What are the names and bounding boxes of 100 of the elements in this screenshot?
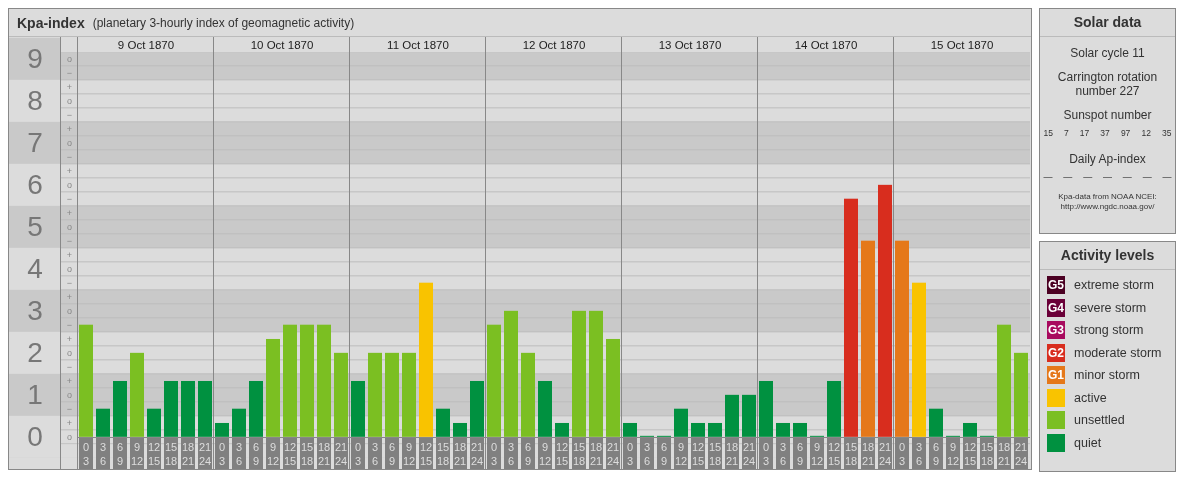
hour-label: 12 15 — [555, 438, 569, 469]
level-label: severe storm — [1074, 300, 1147, 315]
hour-label: 18 21 — [181, 438, 195, 469]
level-swatch: G5 — [1047, 276, 1065, 294]
level-swatch: G4 — [1047, 298, 1065, 317]
hour-label: 0 3 — [487, 438, 501, 469]
ap-index-value: — — [1103, 172, 1112, 182]
y-tick-label: o — [67, 95, 72, 106]
kp-bar — [351, 381, 365, 437]
sunspot-value: 97 — [1120, 128, 1131, 138]
sunspot-value: 7 — [1064, 128, 1069, 138]
kp-bar — [725, 394, 739, 437]
panel-title: Activity levels — [1040, 242, 1175, 270]
hour-label: 0 3 — [79, 438, 93, 469]
y-tick-label: − — [66, 67, 73, 78]
hour-label: 21 24 — [1014, 438, 1028, 469]
hour-label: 18 21 — [997, 438, 1011, 469]
y-tick-label: o — [67, 263, 72, 274]
y-tick-label: + — [66, 417, 73, 428]
hour-label: 15 18 — [572, 438, 586, 469]
hour-label: 18 21 — [317, 438, 331, 469]
sunspot-value: 35 — [1161, 128, 1172, 138]
ap-index-value: — — [1162, 172, 1172, 182]
y-tick-label: + — [66, 375, 73, 386]
hour-label: 9 12 — [674, 438, 688, 469]
kp-bar — [232, 408, 246, 437]
scale-number: 6 — [27, 169, 43, 201]
y-tick-label: − — [66, 109, 73, 120]
y-tick-label: o — [67, 179, 72, 190]
hour-label: 3 6 — [368, 438, 382, 469]
hour-label: 6 9 — [793, 438, 807, 469]
source-note: Kpa-data from NOAA NCEI: — [1058, 192, 1157, 202]
y-tick-label: + — [66, 207, 73, 218]
level-swatch: G2 — [1047, 343, 1065, 362]
kp-bar — [164, 381, 178, 437]
hour-label: 12 15 — [691, 438, 705, 469]
hour-label: 6 9 — [521, 438, 535, 469]
date-label: 13 Oct 1870 — [658, 38, 722, 51]
date-label: 15 Oct 1870 — [930, 38, 994, 51]
scale-number: 9 — [27, 43, 43, 75]
ap-index-value: — — [1083, 172, 1093, 182]
y-tick-label: + — [66, 291, 73, 302]
hour-label: 6 9 — [113, 438, 127, 469]
hour-label: 0 3 — [351, 438, 365, 469]
kp-bar — [742, 394, 756, 437]
level-label: quiet — [1074, 435, 1102, 450]
level-label: strong storm — [1074, 323, 1144, 337]
hour-label: 15 18 — [844, 438, 858, 469]
scale-number: 0 — [27, 421, 43, 453]
carrington-text: Carrington rotation number 227 — [1056, 70, 1159, 98]
hour-label: 6 9 — [929, 438, 943, 469]
hour-label: 3 6 — [640, 438, 654, 469]
y-tick-label: − — [66, 235, 73, 246]
ap-index-value: — — [1043, 172, 1053, 182]
y-tick-label: o — [67, 347, 72, 358]
level-label: unsettled — [1074, 413, 1125, 427]
hour-label: 15 18 — [436, 438, 450, 469]
hour-label: 12 15 — [283, 438, 297, 469]
hour-label: 9 12 — [810, 438, 824, 469]
kp-bar — [147, 408, 161, 437]
hour-label: 21 24 — [878, 438, 892, 469]
hour-label: 3 6 — [912, 438, 926, 469]
hour-label: 0 3 — [895, 438, 909, 469]
level-label: minor storm — [1074, 368, 1140, 382]
solar-cycle-text: Solar cycle 11 — [1070, 46, 1145, 60]
source-note: http://www.ngdc.noaa.gov/ — [1059, 202, 1156, 212]
y-tick-label: o — [67, 431, 72, 442]
level-label: active — [1074, 390, 1107, 405]
y-tick-label: + — [66, 249, 73, 260]
hour-label: 3 6 — [96, 438, 110, 469]
kp-bar — [929, 408, 943, 437]
y-tick-label: − — [66, 361, 73, 372]
kp-bar — [198, 381, 212, 437]
panel-subtitle: (planetary 3-hourly index of geomagnetic activity) — [92, 15, 355, 30]
y-tick-label: + — [66, 123, 73, 134]
hour-label: 3 6 — [504, 438, 518, 469]
hour-label: 12 15 — [419, 438, 433, 469]
level-swatch: G1 — [1047, 366, 1065, 384]
y-tick-label: + — [66, 81, 73, 92]
date-label: 9 Oct 1870 — [117, 38, 175, 51]
kp-bar — [181, 381, 195, 437]
hour-label: 9 12 — [130, 438, 144, 469]
hour-label: 0 3 — [759, 438, 773, 469]
hour-label: 21 24 — [334, 438, 348, 469]
hour-label: 18 21 — [725, 438, 739, 469]
y-tick-label: − — [66, 319, 73, 330]
scale-number: 4 — [27, 253, 43, 285]
hour-label: 12 15 — [827, 438, 841, 469]
kp-bar — [759, 381, 773, 437]
scale-number: 2 — [27, 337, 43, 369]
date-label: 14 Oct 1870 — [794, 38, 858, 51]
level-label: extreme storm — [1074, 278, 1154, 292]
sunspot-value: 17 — [1079, 128, 1090, 138]
date-label: 10 Oct 1870 — [250, 38, 314, 51]
hour-label: 18 21 — [589, 438, 603, 469]
sunspot-value: 12 — [1141, 128, 1151, 138]
ap-index-title: Daily Ap-index — [1069, 152, 1146, 166]
panel-title: Solar data — [1040, 9, 1175, 37]
hour-label: 21 24 — [198, 438, 212, 469]
kp-bar — [827, 381, 841, 437]
